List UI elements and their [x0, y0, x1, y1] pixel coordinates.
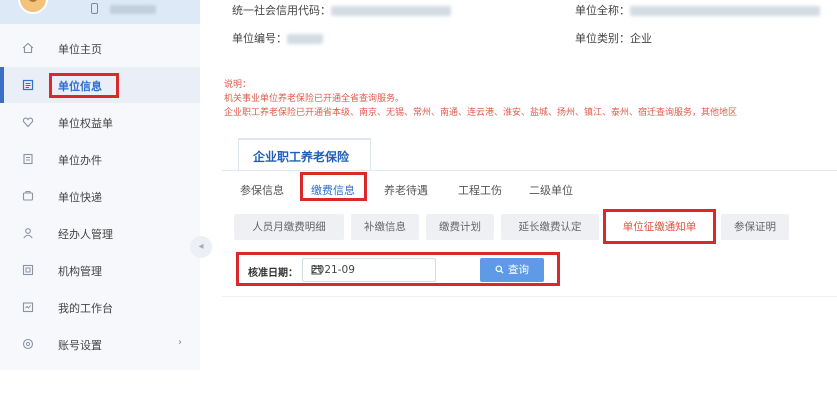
subtab-secondary-unit[interactable]: 二级单位 — [529, 182, 573, 198]
monthly-payment-detail-button[interactable]: 人员月缴费明细 — [234, 214, 344, 240]
phone-icon[interactable] — [91, 3, 98, 14]
user-icon — [22, 227, 34, 239]
search-button[interactable]: 查询 — [480, 258, 544, 282]
chevron-right-icon: › — [178, 337, 182, 348]
sidebar-item-org[interactable]: 机构管理 — [0, 252, 200, 288]
sidebar-item-label: 单位办件 — [58, 154, 102, 167]
highlight-box — [49, 73, 119, 98]
divider — [222, 170, 837, 171]
settings-icon — [22, 338, 34, 350]
list-icon — [22, 79, 34, 91]
user-name-blurred — [110, 5, 156, 14]
sidebar: 单位主页 单位信息 单位权益单 单位办件 单位快递 经办人管理 机构管理 我的工… — [0, 0, 200, 370]
sidebar-header — [0, 0, 200, 24]
divider — [222, 296, 837, 297]
box-icon — [22, 190, 34, 202]
sidebar-item-affairs[interactable]: 单位办件 — [0, 141, 200, 177]
credit-code-value-blurred — [331, 6, 451, 16]
unit-no-label: 单位编号： — [232, 32, 287, 45]
org-icon — [22, 264, 34, 276]
sidebar-item-label: 单位主页 — [58, 43, 102, 56]
search-icon — [495, 265, 504, 274]
unit-no-value-blurred — [287, 34, 323, 44]
notice: 说明： 机关事业单位养老保险已开通全省查询服务。 企业职工养老保险已开通省本级、… — [224, 78, 737, 120]
sidebar-item-label: 机构管理 — [58, 265, 102, 278]
heart-icon — [22, 116, 34, 128]
sidebar-item-workbench[interactable]: 我的工作台 — [0, 289, 200, 325]
notice-line-1: 机关事业单位养老保险已开通全省查询服务。 — [224, 94, 405, 104]
sidebar-item-label: 单位快递 — [58, 191, 102, 204]
subtab-enrollment-info[interactable]: 参保信息 — [240, 182, 284, 198]
full-name-row: 单位全称： — [575, 2, 820, 18]
subtab-work-injury[interactable]: 工程工伤 — [458, 182, 502, 198]
credit-code-row: 统一社会信用代码： — [232, 2, 451, 18]
full-name-label: 单位全称： — [575, 4, 630, 17]
unit-type-label: 单位类别： — [575, 32, 630, 45]
unit-no-row: 单位编号： — [232, 30, 323, 46]
full-name-value-blurred — [630, 6, 820, 16]
supplementary-payment-button[interactable]: 补缴信息 — [351, 214, 419, 240]
filter-label: 核准日期： — [248, 268, 298, 279]
highlight-box — [300, 172, 367, 201]
sidebar-item-rights[interactable]: 单位权益单 — [0, 104, 200, 140]
sidebar-item-unit-info[interactable]: 单位信息 — [0, 67, 200, 103]
subtab-pension-benefits[interactable]: 养老待遇 — [384, 182, 428, 198]
credit-code-label: 统一社会信用代码： — [232, 4, 331, 17]
sidebar-item-home[interactable]: 单位主页 — [0, 30, 200, 66]
sidebar-collapse-button[interactable]: ◂ — [190, 236, 212, 258]
insurance-certificate-button[interactable]: 参保证明 — [721, 214, 789, 240]
extended-payment-button[interactable]: 延长缴费认定 — [501, 214, 599, 240]
unit-type-row: 单位类别：企业 — [575, 30, 652, 46]
panel-title: 企业职工养老保险 — [253, 150, 350, 164]
desk-icon — [22, 301, 34, 313]
sidebar-item-label: 我的工作台 — [58, 302, 113, 315]
sidebar-item-express[interactable]: 单位快递 — [0, 178, 200, 214]
tab-enterprise-pension[interactable]: 企业职工养老保险 — [238, 138, 371, 170]
unit-type-value: 企业 — [630, 32, 652, 45]
highlight-box — [603, 209, 716, 244]
notice-line-2: 企业职工养老保险已开通省本级、南京、无锡、常州、南通、连云港、淮安、盐城、扬州、… — [224, 108, 738, 118]
doc-icon — [22, 153, 34, 165]
approval-date-input[interactable]: 2021-09 — [302, 258, 436, 282]
avatar[interactable] — [18, 0, 48, 14]
sidebar-item-label: 经办人管理 — [58, 228, 113, 241]
sidebar-item-operators[interactable]: 经办人管理 — [0, 215, 200, 251]
notice-title: 说明： — [224, 80, 252, 90]
calendar-icon[interactable] — [311, 264, 322, 275]
sidebar-item-settings[interactable]: 账号设置 › — [0, 326, 200, 362]
sidebar-item-label: 账号设置 — [58, 339, 102, 352]
payment-plan-button[interactable]: 缴费计划 — [426, 214, 494, 240]
home-icon — [22, 42, 34, 54]
sidebar-item-label: 单位权益单 — [58, 117, 113, 130]
search-label: 查询 — [508, 264, 529, 276]
